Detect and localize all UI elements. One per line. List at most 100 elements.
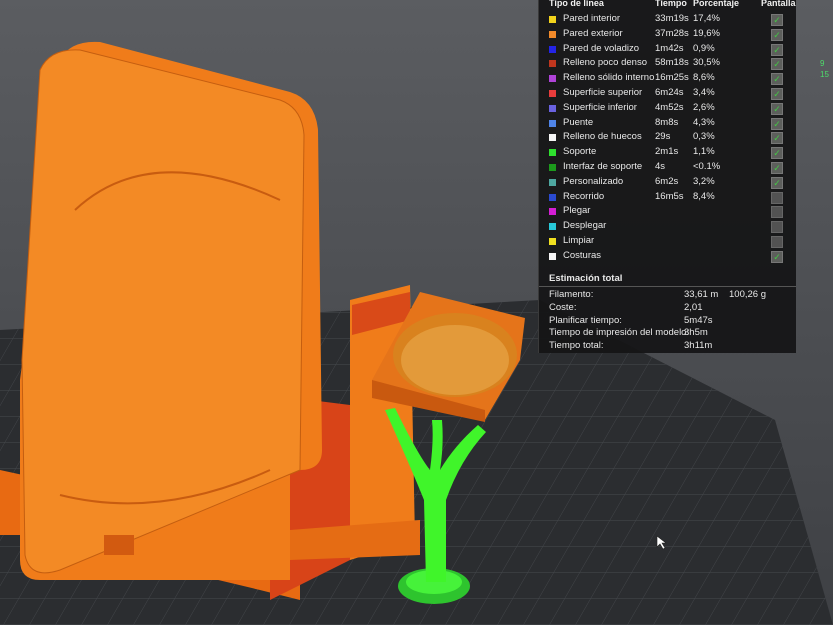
legend-percent: <0.1% bbox=[693, 161, 721, 172]
legend-visibility-checkbox[interactable]: ✓ bbox=[771, 132, 783, 145]
edge-readout-line: 15 bbox=[820, 70, 829, 79]
legend-percent: 0,3% bbox=[693, 131, 715, 143]
legend-panel: Tipo de línea Tiempo Porcentaje Pantalla… bbox=[538, 0, 796, 353]
edge-readout-line: 9 bbox=[820, 59, 825, 68]
legend-row: Pared interior 33m19s 17,4% ✓ bbox=[539, 12, 796, 27]
legend-label: Puente bbox=[563, 116, 594, 128]
legend-color-swatch bbox=[549, 104, 556, 112]
legend-row: Costuras ✓ bbox=[539, 249, 796, 264]
estimate-row: Filamento: 33,61 m 100,26 g bbox=[539, 289, 796, 302]
legend-time: 6m24s bbox=[655, 87, 684, 98]
estimate-value: 2,01 bbox=[684, 301, 703, 313]
legend-visibility-checkbox[interactable]: ✓ bbox=[771, 236, 783, 248]
legend-label: Recorrido bbox=[563, 190, 605, 202]
legend-label: Relleno de huecos bbox=[563, 131, 642, 143]
legend-visibility-checkbox[interactable]: ✓ bbox=[771, 147, 783, 160]
legend-visibility-checkbox[interactable]: ✓ bbox=[771, 43, 783, 56]
legend-row: Superficie superior 6m24s 3,4% ✓ bbox=[539, 86, 796, 101]
estimate-key: Planificar tiempo: bbox=[549, 314, 622, 326]
legend-visibility-checkbox[interactable]: ✓ bbox=[771, 28, 783, 41]
legend-label: Relleno poco denso bbox=[563, 57, 647, 69]
legend-color-swatch bbox=[549, 90, 556, 97]
legend-row: Interfaz de soporte 4s <0.1% ✓ bbox=[539, 160, 796, 175]
legend-percent: 0,9% bbox=[693, 42, 715, 54]
legend-time: 6m2s bbox=[655, 175, 679, 187]
edge-readout: 9 15 bbox=[820, 58, 829, 80]
legend-color-swatch bbox=[549, 60, 556, 68]
legend-row: Superficie inferior 4m52s 2,6% ✓ bbox=[539, 101, 796, 116]
estimate-value-secondary: 100,26 g bbox=[729, 289, 766, 300]
legend-row: Plegar ✓ bbox=[539, 204, 796, 219]
header-percent: Porcentaje bbox=[693, 0, 740, 8]
header-display: Pantalla bbox=[761, 0, 796, 8]
header-time: Tiempo bbox=[655, 0, 687, 8]
legend-label: Costuras bbox=[563, 249, 602, 261]
legend-row: Personalizado 6m2s 3,2% ✓ bbox=[539, 175, 796, 190]
legend-label: Superficie superior bbox=[563, 87, 643, 98]
legend-color-swatch bbox=[549, 252, 556, 260]
estimate-key: Tiempo de impresión del modelo: bbox=[549, 327, 690, 339]
legend-row: Desplegar ✓ bbox=[539, 219, 796, 234]
legend-label: Interfaz de soporte bbox=[563, 161, 643, 172]
legend-row: Pared exterior 37m28s 19,6% ✓ bbox=[539, 27, 796, 42]
legend-visibility-checkbox[interactable]: ✓ bbox=[771, 250, 783, 263]
legend-time: 37m28s bbox=[655, 27, 689, 39]
legend-visibility-checkbox[interactable]: ✓ bbox=[771, 221, 783, 234]
legend-label: Relleno sólido interno bbox=[563, 72, 655, 84]
legend-visibility-checkbox[interactable]: ✓ bbox=[771, 14, 783, 26]
legend-color-swatch bbox=[549, 164, 556, 171]
estimate-value: 33,61 m bbox=[684, 289, 719, 300]
legend-color-swatch bbox=[549, 208, 556, 216]
legend-visibility-checkbox[interactable]: ✓ bbox=[771, 58, 783, 71]
legend-percent: 4,3% bbox=[693, 116, 715, 128]
legend-row: Pared de voladizo 1m42s 0,9% ✓ bbox=[539, 42, 796, 57]
legend-label: Pared de voladizo bbox=[563, 42, 640, 54]
legend-time: 58m18s bbox=[655, 57, 689, 69]
legend-row: Recorrido 16m5s 8,4% ✓ bbox=[539, 190, 796, 205]
estimate-row: Coste: 2,01 bbox=[539, 302, 796, 315]
legend-percent: 1,1% bbox=[693, 146, 715, 158]
legend-percent: 3,4% bbox=[693, 87, 715, 98]
legend-time: 8m8s bbox=[655, 116, 679, 128]
legend-row: Relleno de huecos 29s 0,3% ✓ bbox=[539, 130, 796, 145]
legend-time: 29s bbox=[655, 131, 671, 143]
legend-percent: 19,6% bbox=[693, 27, 720, 39]
legend-color-swatch bbox=[549, 30, 556, 38]
legend-color-swatch bbox=[549, 238, 556, 245]
legend-label: Pared interior bbox=[563, 13, 621, 24]
legend-color-swatch bbox=[549, 119, 556, 127]
legend-label: Personalizado bbox=[563, 175, 624, 187]
legend-label: Pared exterior bbox=[563, 27, 623, 39]
legend-color-swatch bbox=[549, 134, 556, 142]
legend-percent: 17,4% bbox=[693, 13, 720, 24]
legend-visibility-checkbox[interactable]: ✓ bbox=[771, 88, 783, 100]
legend-percent: 30,5% bbox=[693, 57, 720, 69]
legend-time: 4s bbox=[655, 161, 666, 172]
legend-visibility-checkbox[interactable]: ✓ bbox=[771, 176, 783, 189]
legend-visibility-checkbox[interactable]: ✓ bbox=[771, 191, 783, 204]
legend-row: Relleno sólido interno 16m25s 8,6% ✓ bbox=[539, 71, 796, 86]
legend-color-swatch bbox=[549, 178, 556, 186]
legend-visibility-checkbox[interactable]: ✓ bbox=[771, 102, 783, 115]
legend-time: 2m1s bbox=[655, 146, 679, 158]
estimate-key: Filamento: bbox=[549, 289, 594, 300]
legend-color-swatch bbox=[549, 223, 556, 231]
legend-color-swatch bbox=[549, 193, 556, 201]
legend-percent: 8,4% bbox=[693, 190, 715, 202]
legend-label: Plegar bbox=[563, 205, 591, 217]
legend-label: Superficie inferior bbox=[563, 101, 637, 113]
legend-color-swatch bbox=[549, 75, 556, 83]
legend-visibility-checkbox[interactable]: ✓ bbox=[771, 206, 783, 219]
legend-label: Soporte bbox=[563, 146, 597, 158]
legend-time: 4m52s bbox=[655, 101, 684, 113]
estimate-key: Coste: bbox=[549, 301, 577, 313]
estimate-value: 3h11m bbox=[684, 340, 713, 352]
legend-visibility-checkbox[interactable]: ✓ bbox=[771, 162, 783, 174]
legend-row: Relleno poco denso 58m18s 30,5% ✓ bbox=[539, 56, 796, 71]
estimate-value: 3h5m bbox=[684, 327, 708, 339]
legend-visibility-checkbox[interactable]: ✓ bbox=[771, 117, 783, 130]
legend-color-swatch bbox=[549, 45, 556, 53]
legend-time: 33m19s bbox=[655, 13, 689, 24]
legend-visibility-checkbox[interactable]: ✓ bbox=[771, 73, 783, 86]
legend-percent: 3,2% bbox=[693, 175, 715, 187]
